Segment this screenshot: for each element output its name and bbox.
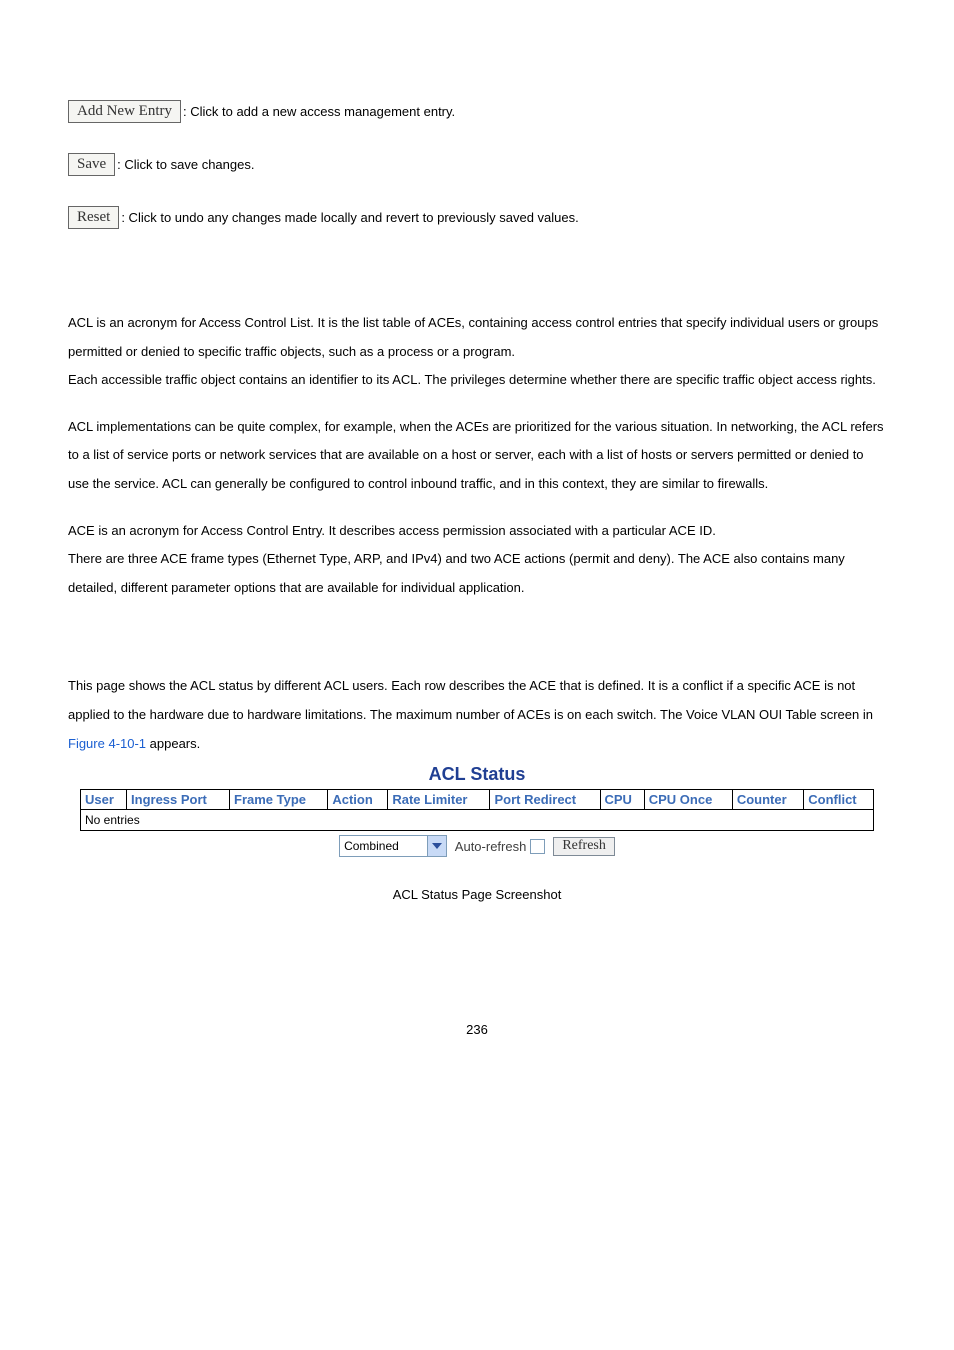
paragraph-acl-definition: ACL is an acronym for Access Control Lis… — [68, 309, 886, 395]
refresh-button[interactable]: Refresh — [553, 837, 615, 856]
paragraph-page-intro: This page shows the ACL status by differ… — [68, 672, 886, 758]
figure-caption: ACL Status Page Screenshot — [68, 887, 886, 902]
auto-refresh-checkbox[interactable] — [530, 839, 545, 854]
add-new-entry-description: : Click to add a new access management e… — [183, 104, 455, 119]
table-row: No entries — [81, 810, 874, 831]
th-ingress-port: Ingress Port — [127, 790, 230, 810]
figure-link[interactable]: Figure 4-10-1 — [68, 736, 146, 751]
th-frame-type: Frame Type — [230, 790, 328, 810]
th-rate-limiter: Rate Limiter — [388, 790, 490, 810]
auto-refresh-control: Auto-refresh — [455, 839, 546, 854]
th-cpu: CPU — [600, 790, 644, 810]
page-number: 236 — [68, 1022, 886, 1037]
no-entries-cell: No entries — [81, 810, 874, 831]
th-user: User — [81, 790, 127, 810]
table-header-row: User Ingress Port Frame Type Action Rate… — [81, 790, 874, 810]
acl-status-table: User Ingress Port Frame Type Action Rate… — [80, 789, 874, 831]
select-value: Combined — [344, 839, 399, 853]
auto-refresh-label: Auto-refresh — [455, 839, 527, 854]
add-new-entry-button[interactable]: Add New Entry — [68, 100, 181, 123]
acl-status-panel: User Ingress Port Frame Type Action Rate… — [80, 789, 874, 857]
reset-button[interactable]: Reset — [68, 206, 119, 229]
th-port-redirect: Port Redirect — [490, 790, 600, 810]
chevron-down-icon — [427, 836, 446, 856]
user-filter-select[interactable]: Combined — [339, 835, 447, 857]
th-counter: Counter — [732, 790, 803, 810]
paragraph-acl-implementations: ACL implementations can be quite complex… — [68, 413, 886, 499]
th-conflict: Conflict — [804, 790, 874, 810]
th-cpu-once: CPU Once — [644, 790, 732, 810]
reset-description: : Click to undo any changes made locally… — [121, 210, 578, 225]
th-action: Action — [328, 790, 388, 810]
paragraph-ace-definition: ACE is an acronym for Access Control Ent… — [68, 517, 886, 603]
save-button[interactable]: Save — [68, 153, 115, 176]
save-description: : Click to save changes. — [117, 157, 254, 172]
acl-status-title: ACL Status — [68, 764, 886, 785]
